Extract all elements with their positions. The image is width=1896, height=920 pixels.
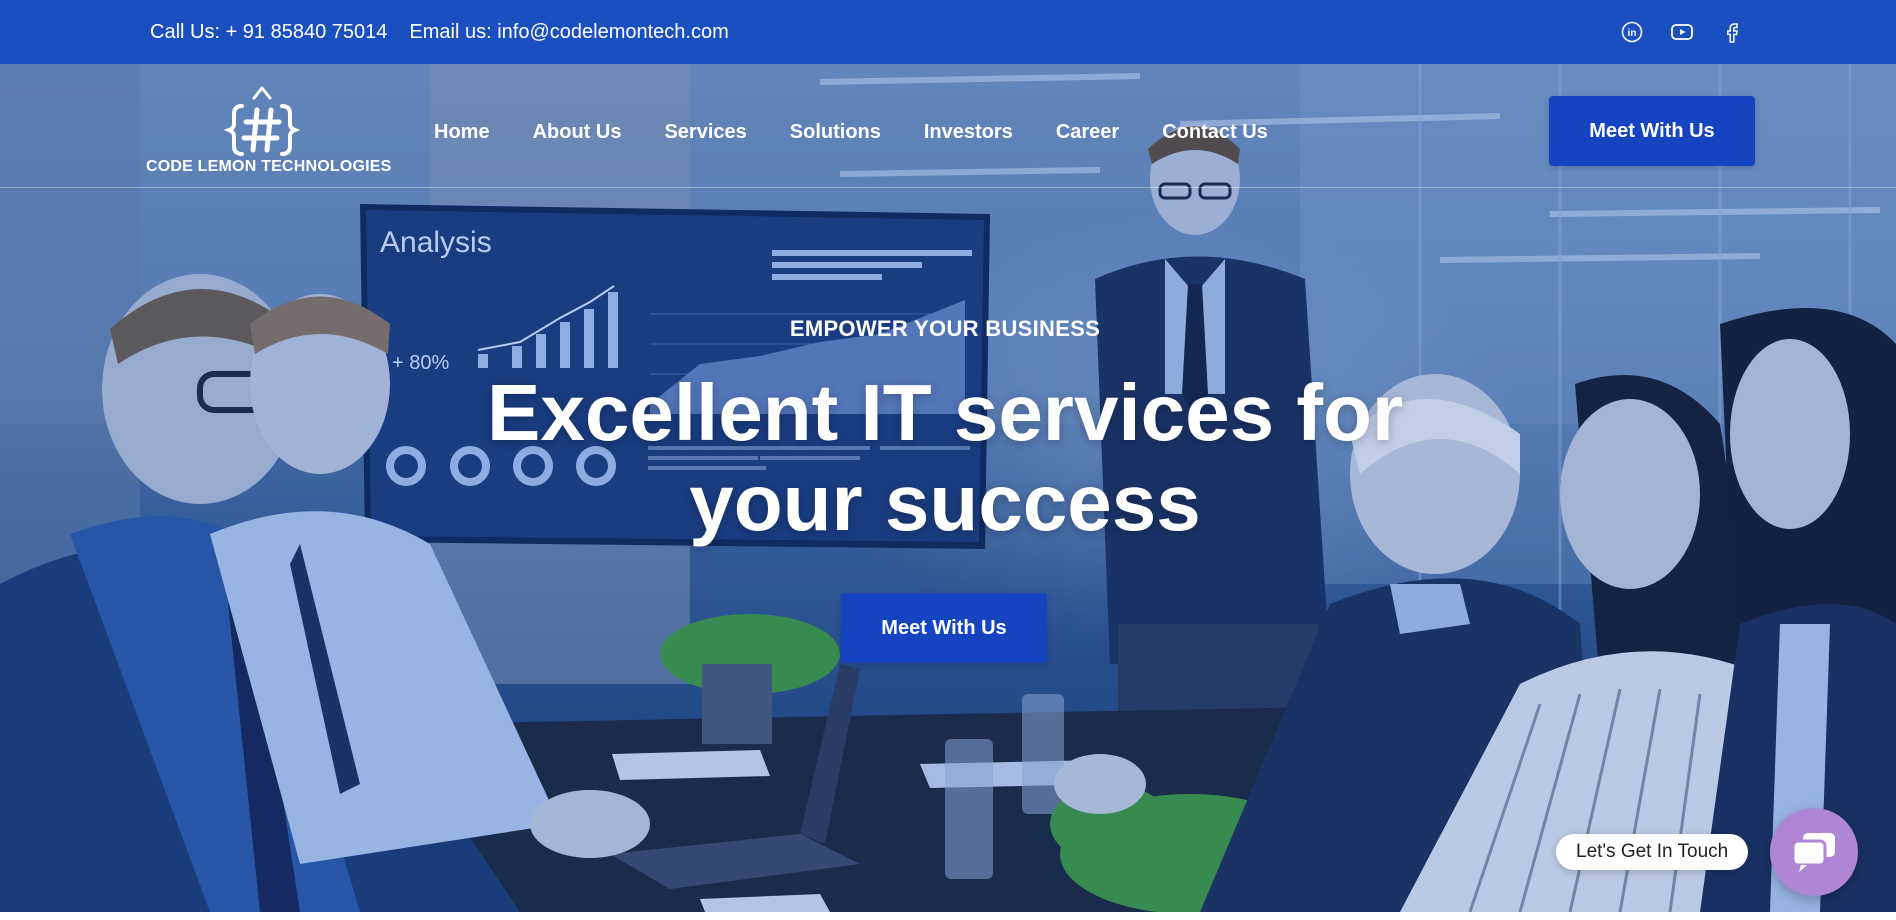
nav-divider <box>0 187 1896 188</box>
phone-link[interactable]: Call Us: + 91 85840 75014 <box>150 21 387 44</box>
nav-item-services[interactable]: Services <box>664 121 746 144</box>
hero-headline-line-2: your success <box>689 458 1201 547</box>
hero-headline-line-1: Excellent IT services for <box>486 368 1403 457</box>
nav-item-home[interactable]: Home <box>434 121 490 144</box>
contact-info: Call Us: + 91 85840 75014 Email us: info… <box>150 0 729 64</box>
hero-headline: Excellent IT services for your success <box>0 368 1890 548</box>
social-links: in <box>1620 0 1744 64</box>
svg-text:in: in <box>1628 28 1637 39</box>
nav-item-about-us[interactable]: About Us <box>533 121 622 144</box>
page-bottom-edge <box>0 912 1896 920</box>
main-navigation: Home About Us Services Solutions Investo… <box>434 112 1268 152</box>
youtube-icon[interactable] <box>1670 20 1694 44</box>
facebook-icon[interactable] <box>1720 20 1744 44</box>
nav-item-career[interactable]: Career <box>1056 121 1119 144</box>
chat-button[interactable] <box>1770 808 1858 896</box>
email-link[interactable]: Email us: info@codelemontech.com <box>409 21 728 44</box>
nav-item-investors[interactable]: Investors <box>924 121 1013 144</box>
brand-logo[interactable]: CODE LEMON TECHNOLOGIES <box>146 80 392 180</box>
meet-with-us-hero-button[interactable]: Meet With Us <box>841 593 1047 663</box>
linkedin-icon[interactable]: in <box>1620 20 1644 44</box>
hash-logo-icon <box>224 86 300 156</box>
brand-name: CODE LEMON TECHNOLOGIES <box>146 158 392 175</box>
hero-kicker: EMPOWER YOUR BUSINESS <box>789 316 1101 341</box>
meet-with-us-nav-button[interactable]: Meet With Us <box>1549 96 1755 166</box>
nav-item-contact-us[interactable]: Contact Us <box>1162 121 1268 144</box>
chat-label[interactable]: Let's Get In Touch <box>1556 834 1749 870</box>
chat-icon <box>1791 833 1835 872</box>
top-bar: Call Us: + 91 85840 75014 Email us: info… <box>0 0 1896 64</box>
nav-item-solutions[interactable]: Solutions <box>790 121 881 144</box>
